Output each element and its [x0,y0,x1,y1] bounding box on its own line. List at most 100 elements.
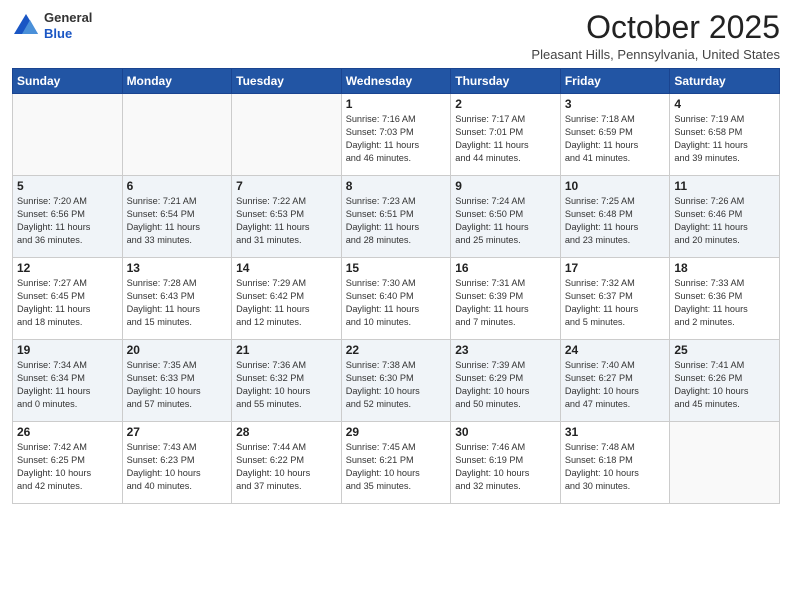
table-row: 28 Sunrise: 7:44 AM Sunset: 6:22 PM Dayli… [232,422,342,504]
day-info: Sunrise: 7:21 AM Sunset: 6:54 PM Dayligh… [127,195,228,247]
day-info: Sunrise: 7:16 AM Sunset: 7:03 PM Dayligh… [346,113,447,165]
day-info: Sunrise: 7:38 AM Sunset: 6:30 PM Dayligh… [346,359,447,411]
col-tuesday: Tuesday [232,69,342,94]
table-row: 9 Sunrise: 7:24 AM Sunset: 6:50 PM Daylig… [451,176,561,258]
day-info: Sunrise: 7:48 AM Sunset: 6:18 PM Dayligh… [565,441,666,493]
col-sunday: Sunday [13,69,123,94]
col-friday: Friday [560,69,670,94]
calendar-week-row: 1 Sunrise: 7:16 AM Sunset: 7:03 PM Daylig… [13,94,780,176]
day-info: Sunrise: 7:23 AM Sunset: 6:51 PM Dayligh… [346,195,447,247]
day-number: 11 [674,179,775,193]
table-row: 16 Sunrise: 7:31 AM Sunset: 6:39 PM Dayli… [451,258,561,340]
day-number: 29 [346,425,447,439]
table-row: 18 Sunrise: 7:33 AM Sunset: 6:36 PM Dayli… [670,258,780,340]
page-header: General Blue October 2025 Pleasant Hills… [12,10,780,62]
col-saturday: Saturday [670,69,780,94]
day-number: 17 [565,261,666,275]
table-row: 24Sunrise: 7:40 AM Sunset: 6:27 PM Dayli… [560,340,670,422]
day-number: 26 [17,425,118,439]
logo-icon [12,12,40,40]
table-row: 5 Sunrise: 7:20 AM Sunset: 6:56 PM Daylig… [13,176,123,258]
logo-general: General [44,10,92,26]
calendar-header-row: Sunday Monday Tuesday Wednesday Thursday… [13,69,780,94]
table-row [122,94,232,176]
day-info: Sunrise: 7:39 AM Sunset: 6:29 PM Dayligh… [455,359,556,411]
day-info: Sunrise: 7:25 AM Sunset: 6:48 PM Dayligh… [565,195,666,247]
day-info: Sunrise: 7:31 AM Sunset: 6:39 PM Dayligh… [455,277,556,329]
calendar-week-row: 19 Sunrise: 7:34 AM Sunset: 6:34 PM Dayli… [13,340,780,422]
day-number: 14 [236,261,337,275]
day-number: 8 [346,179,447,193]
day-info: Sunrise: 7:19 AM Sunset: 6:58 PM Dayligh… [674,113,775,165]
day-info: Sunrise: 7:42 AM Sunset: 6:25 PM Dayligh… [17,441,118,493]
day-number: 5 [17,179,118,193]
day-info: Sunrise: 7:24 AM Sunset: 6:50 PM Dayligh… [455,195,556,247]
day-number: 22 [346,343,447,357]
day-info: Sunrise: 7:34 AM Sunset: 6:34 PM Dayligh… [17,359,118,411]
table-row: 20 Sunrise: 7:35 AM Sunset: 6:33 PM Dayli… [122,340,232,422]
day-number: 9 [455,179,556,193]
day-number: 31 [565,425,666,439]
month-title: October 2025 [531,10,780,45]
day-info: Sunrise: 7:22 AM Sunset: 6:53 PM Dayligh… [236,195,337,247]
day-info: Sunrise: 7:29 AM Sunset: 6:42 PM Dayligh… [236,277,337,329]
day-info: Sunrise: 7:35 AM Sunset: 6:33 PM Dayligh… [127,359,228,411]
calendar-week-row: 12 Sunrise: 7:27 AM Sunset: 6:45 PM Dayli… [13,258,780,340]
day-number: 1 [346,97,447,111]
col-monday: Monday [122,69,232,94]
table-row: 31 Sunrise: 7:48 AM Sunset: 6:18 PM Dayli… [560,422,670,504]
table-row: 4Sunrise: 7:19 AM Sunset: 6:58 PM Daylig… [670,94,780,176]
day-info: Sunrise: 7:33 AM Sunset: 6:36 PM Dayligh… [674,277,775,329]
day-number: 12 [17,261,118,275]
table-row: 6Sunrise: 7:21 AM Sunset: 6:54 PM Daylig… [122,176,232,258]
day-info: Sunrise: 7:20 AM Sunset: 6:56 PM Dayligh… [17,195,118,247]
logo-blue: Blue [44,26,92,42]
day-number: 21 [236,343,337,357]
logo-text: General Blue [44,10,92,41]
day-info: Sunrise: 7:40 AM Sunset: 6:27 PM Dayligh… [565,359,666,411]
day-number: 19 [17,343,118,357]
day-info: Sunrise: 7:44 AM Sunset: 6:22 PM Dayligh… [236,441,337,493]
table-row: 7Sunrise: 7:22 AM Sunset: 6:53 PM Daylig… [232,176,342,258]
calendar-week-row: 5 Sunrise: 7:20 AM Sunset: 6:56 PM Daylig… [13,176,780,258]
table-row: 27Sunrise: 7:43 AM Sunset: 6:23 PM Dayli… [122,422,232,504]
calendar-table: Sunday Monday Tuesday Wednesday Thursday… [12,68,780,504]
table-row: 8 Sunrise: 7:23 AM Sunset: 6:51 PM Daylig… [341,176,451,258]
day-info: Sunrise: 7:32 AM Sunset: 6:37 PM Dayligh… [565,277,666,329]
day-number: 23 [455,343,556,357]
table-row: 29 Sunrise: 7:45 AM Sunset: 6:21 PM Dayli… [341,422,451,504]
table-row: 26 Sunrise: 7:42 AM Sunset: 6:25 PM Dayli… [13,422,123,504]
day-info: Sunrise: 7:46 AM Sunset: 6:19 PM Dayligh… [455,441,556,493]
table-row: 13 Sunrise: 7:28 AM Sunset: 6:43 PM Dayli… [122,258,232,340]
day-info: Sunrise: 7:36 AM Sunset: 6:32 PM Dayligh… [236,359,337,411]
day-info: Sunrise: 7:26 AM Sunset: 6:46 PM Dayligh… [674,195,775,247]
day-number: 13 [127,261,228,275]
table-row: 17 Sunrise: 7:32 AM Sunset: 6:37 PM Dayli… [560,258,670,340]
day-number: 28 [236,425,337,439]
table-row: 10Sunrise: 7:25 AM Sunset: 6:48 PM Dayli… [560,176,670,258]
calendar-week-row: 26 Sunrise: 7:42 AM Sunset: 6:25 PM Dayli… [13,422,780,504]
day-number: 18 [674,261,775,275]
table-row: 1 Sunrise: 7:16 AM Sunset: 7:03 PM Daylig… [341,94,451,176]
day-number: 15 [346,261,447,275]
day-info: Sunrise: 7:18 AM Sunset: 6:59 PM Dayligh… [565,113,666,165]
day-info: Sunrise: 7:30 AM Sunset: 6:40 PM Dayligh… [346,277,447,329]
day-info: Sunrise: 7:45 AM Sunset: 6:21 PM Dayligh… [346,441,447,493]
day-number: 16 [455,261,556,275]
day-number: 30 [455,425,556,439]
day-info: Sunrise: 7:28 AM Sunset: 6:43 PM Dayligh… [127,277,228,329]
table-row: 14 Sunrise: 7:29 AM Sunset: 6:42 PM Dayli… [232,258,342,340]
table-row: 15 Sunrise: 7:30 AM Sunset: 6:40 PM Dayli… [341,258,451,340]
day-info: Sunrise: 7:27 AM Sunset: 6:45 PM Dayligh… [17,277,118,329]
table-row: 23 Sunrise: 7:39 AM Sunset: 6:29 PM Dayli… [451,340,561,422]
day-number: 27 [127,425,228,439]
location: Pleasant Hills, Pennsylvania, United Sta… [531,47,780,62]
table-row: 19 Sunrise: 7:34 AM Sunset: 6:34 PM Dayli… [13,340,123,422]
day-number: 20 [127,343,228,357]
table-row: 21 Sunrise: 7:36 AM Sunset: 6:32 PM Dayli… [232,340,342,422]
table-row: 2Sunrise: 7:17 AM Sunset: 7:01 PM Daylig… [451,94,561,176]
table-row: 11 Sunrise: 7:26 AM Sunset: 6:46 PM Dayli… [670,176,780,258]
day-number: 3 [565,97,666,111]
table-row: 25Sunrise: 7:41 AM Sunset: 6:26 PM Dayli… [670,340,780,422]
day-info: Sunrise: 7:17 AM Sunset: 7:01 PM Dayligh… [455,113,556,165]
